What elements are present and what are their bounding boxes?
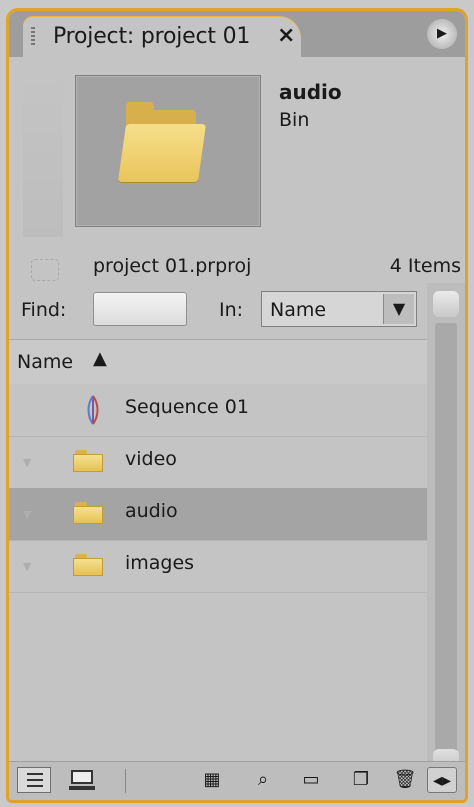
list-item-name: video xyxy=(125,448,177,470)
folder-icon xyxy=(73,554,103,576)
in-dropdown-value: Name xyxy=(270,299,327,321)
list-item[interactable]: ▼ images xyxy=(9,540,427,593)
folder-icon xyxy=(117,102,207,182)
sort-ascending-icon: ▲ xyxy=(93,348,107,369)
automate-to-sequence-icon[interactable]: ▦ xyxy=(199,767,225,793)
list-item-name: audio xyxy=(125,500,178,522)
sequence-icon xyxy=(87,395,99,425)
new-bin-icon[interactable]: ▭ xyxy=(297,767,325,793)
resize-icon[interactable]: ◂▸ xyxy=(427,767,457,793)
list-item-name: images xyxy=(125,552,195,574)
scroll-up-button[interactable] xyxy=(433,291,459,317)
icon-view-icon[interactable] xyxy=(69,767,97,793)
project-file-name: project 01.prproj xyxy=(93,255,252,277)
twirl-down-icon[interactable]: ▼ xyxy=(23,560,37,573)
name-column-header[interactable]: Name ▲ xyxy=(9,339,427,385)
item-count: 4 Items xyxy=(389,255,461,277)
grip-icon[interactable] xyxy=(31,27,35,47)
in-dropdown[interactable]: Name ▼ xyxy=(261,291,417,327)
clear-icon[interactable]: 🗑 xyxy=(393,767,417,793)
list-item[interactable]: ▼ video xyxy=(9,436,427,489)
tab-title: Project: project 01 xyxy=(53,24,251,49)
twirl-down-icon[interactable]: ▼ xyxy=(23,456,37,469)
find-icon[interactable]: ⌕ xyxy=(249,767,277,793)
column-header-label: Name xyxy=(17,351,74,373)
dropdown-arrow-icon[interactable]: ▼ xyxy=(383,294,414,324)
folder-icon xyxy=(73,502,103,524)
toolbar-divider xyxy=(125,769,126,793)
panel-menu-icon: ▶ xyxy=(437,26,447,41)
panel-tab-bar: Project: project 01 × ▶ xyxy=(9,11,465,57)
twirl-down-icon[interactable]: ▼ xyxy=(23,508,37,521)
folder-icon xyxy=(73,450,103,472)
project-items-list: Sequence 01 ▼ video ▼ audio ▼ images xyxy=(9,384,427,762)
find-label: Find: xyxy=(21,299,67,321)
panel-menu-button[interactable]: ▶ xyxy=(427,19,457,49)
find-input[interactable] xyxy=(93,292,187,326)
list-view-icon[interactable] xyxy=(17,767,51,793)
close-icon[interactable]: × xyxy=(277,23,295,48)
vertical-scrollbar[interactable] xyxy=(427,283,465,775)
project-panel: Project: project 01 × ▶ audio Bin projec… xyxy=(6,8,468,803)
bottom-toolbar: ▦ ⌕ ▭ ❐ 🗑 ◂▸ xyxy=(9,761,465,800)
new-item-icon[interactable]: ❐ xyxy=(345,767,377,793)
project-tab[interactable]: Project: project 01 × xyxy=(23,17,301,57)
scroll-track[interactable] xyxy=(435,323,457,755)
list-item[interactable]: Sequence 01 xyxy=(9,384,427,437)
in-label: In: xyxy=(219,299,244,321)
preview-clip-type: Bin xyxy=(279,109,310,131)
preview-thumbnail xyxy=(75,75,261,227)
list-item-name: Sequence 01 xyxy=(125,396,249,418)
list-item[interactable]: ▼ audio xyxy=(9,488,427,541)
preview-clip-name: audio xyxy=(279,80,342,104)
project-file-icon xyxy=(31,259,59,281)
poster-frame-strip xyxy=(23,71,63,237)
